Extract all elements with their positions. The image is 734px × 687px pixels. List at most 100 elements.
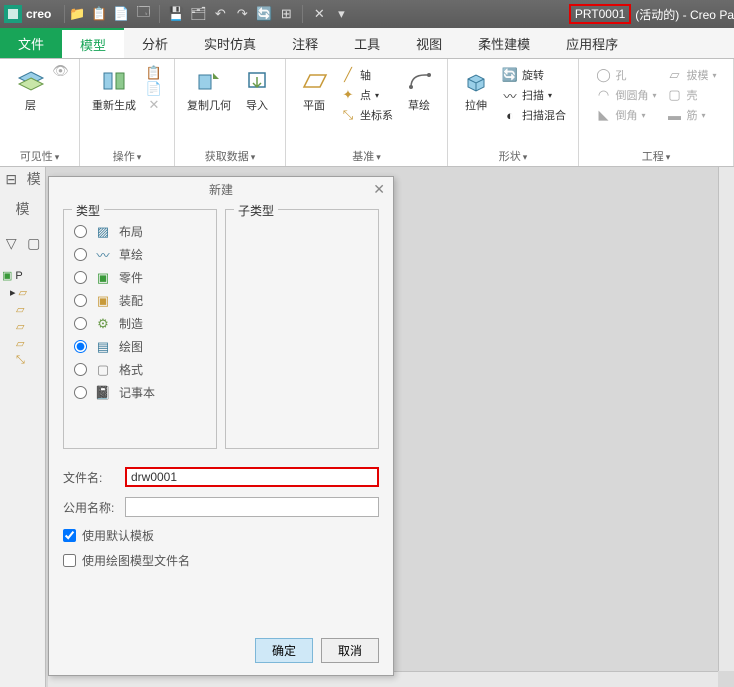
ribbon: 层 👁 可见性▾ 重新生成 📋 📄 ✕ 操作▾ [0,59,734,167]
group-getdata: 复制几何 导入 获取数据▾ [175,59,286,166]
regen-label: 重新生成 [92,97,136,113]
quick-access-toolbar: 📁 📋 📄 🗔 💾 🗂 ↶ ↷ 🔄 ⊞ ✕ ▾ [68,5,350,23]
plane-button[interactable]: 平面 [294,63,334,127]
model-tree: ▣P ▸▱ ▱ ▱ ▱ ⤡ [2,267,27,369]
copygeo-button[interactable]: 复制几何 [183,63,235,115]
type-layout[interactable]: ▨布局 [74,220,206,243]
use-drawing-model-row[interactable]: 使用绘图模型文件名 [63,552,379,569]
window-icon[interactable]: 🗔 [134,5,152,23]
point-button[interactable]: ✦点▾ [340,85,393,105]
new-dialog: 新建 ✕ 类型 ▨布局 〰草绘 ▣零件 ▣装配 ⚙制造 ▤绘图 ▢格式 📓记事本… [48,176,394,676]
tree-plane-node2[interactable]: ▱ [2,301,27,318]
open-icon[interactable]: 📁 [68,5,86,23]
import-button[interactable]: 导入 [237,63,277,115]
delete-small-icon[interactable]: ✕ [146,97,162,113]
cancel-button[interactable]: 取消 [321,638,379,663]
tree-plane-node3[interactable]: ▱ [2,318,27,335]
type-drawing[interactable]: ▤绘图 [74,335,206,358]
type-assembly[interactable]: ▣装配 [74,289,206,312]
plane-icon [298,65,330,97]
operate-group-label: 操作▾ [80,148,174,164]
extrude-button[interactable]: 拉伸 [456,63,496,127]
subtype-fieldset: 子类型 [225,209,379,449]
sketch-icon [403,65,435,97]
copy-icon[interactable]: 📋 [90,5,108,23]
tab-realtime[interactable]: 实时仿真 [186,28,274,58]
common-name-row: 公用名称: [63,497,379,517]
ok-button[interactable]: 确定 [255,638,313,663]
import-label: 导入 [246,97,268,113]
tree-csys-node[interactable]: ⤡ [2,352,27,369]
regen-button[interactable]: 重新生成 [88,63,140,115]
paste-small-icon[interactable]: 📄 [146,81,162,97]
sweepblend-icon: ◐ [502,107,518,123]
title-bar: creo 📁 📋 📄 🗔 💾 🗂 ↶ ↷ 🔄 ⊞ ✕ ▾ PRT0001 (活动… [0,0,734,28]
tree-part-node[interactable]: ▣P [2,267,27,284]
tab-annotate[interactable]: 注释 [274,28,336,58]
copygeo-icon [193,65,225,97]
plane-label: 平面 [303,97,325,113]
regen-icon[interactable]: 🔄 [255,5,273,23]
copygeo-label: 复制几何 [187,97,231,113]
filename-input[interactable] [125,467,379,487]
save-icon[interactable]: 💾 [167,5,185,23]
sweep-icon: 〰 [502,87,518,103]
use-default-template-checkbox[interactable] [63,529,76,542]
eng-group-label: 工程▾ [579,148,733,164]
type-sketch[interactable]: 〰草绘 [74,243,206,266]
type-part[interactable]: ▣零件 [74,266,206,289]
dialog-close-icon[interactable]: ✕ [373,181,385,198]
close-icon[interactable]: ✕ [310,5,328,23]
tab-apps[interactable]: 应用程序 [548,28,636,58]
type-mfg[interactable]: ⚙制造 [74,312,206,335]
sketch-button[interactable]: 草绘 [399,63,439,127]
use-drawing-model-checkbox[interactable] [63,554,76,567]
hole-button[interactable]: ◯孔 [595,65,656,85]
shell-button[interactable]: ▢壳 [667,85,717,105]
getdata-group-label: 获取数据▾ [175,148,285,164]
settings-icon[interactable]: ▢ [23,231,46,255]
tab-view[interactable]: 视图 [398,28,460,58]
rib-button[interactable]: ▬筋▾ [667,105,717,125]
draft-icon: ▱ [667,67,683,83]
vertical-scrollbar[interactable] [718,167,734,671]
redo-icon[interactable]: ↷ [233,5,251,23]
axis-button[interactable]: ╱轴 [340,65,393,85]
common-name-label: 公用名称: [63,499,119,516]
undo-icon[interactable]: ↶ [211,5,229,23]
use-default-template-row[interactable]: 使用默认模板 [63,527,379,544]
windows-icon[interactable]: ⊞ [277,5,295,23]
tab-flex[interactable]: 柔性建模 [460,28,548,58]
sweepblend-button[interactable]: ◐扫描混合 [502,105,566,125]
eye-icon[interactable]: 👁 [53,63,69,79]
csys-icon: ⤡ [340,107,356,123]
sweep-button[interactable]: 〰扫描▾ [502,85,566,105]
tab-analysis[interactable]: 分析 [124,28,186,58]
tab-model[interactable]: 模型 [62,28,124,58]
type-format[interactable]: ▢格式 [74,358,206,381]
csys-button[interactable]: ⤡坐标系 [340,105,393,125]
group-operate: 重新生成 📋 📄 ✕ 操作▾ [80,59,175,166]
layer-button[interactable]: 层 [11,63,51,115]
model-tree-panel: ⊟模 模 ▽▢ ▣P ▸▱ ▱ ▱ ▱ ⤡ [0,167,46,687]
layer-icon [15,65,47,97]
tree-plane-node[interactable]: ▸▱ [2,284,27,301]
saveall-icon[interactable]: 🗂 [189,5,207,23]
round-icon: ◠ [595,87,611,103]
filter-icon[interactable]: ▽ [0,231,23,255]
chamfer-button[interactable]: ◣倒角▾ [595,105,656,125]
tree-icon[interactable]: ⊟ [0,167,23,191]
common-name-input[interactable] [125,497,379,517]
dropdown-icon[interactable]: ▾ [332,5,350,23]
tab-tools[interactable]: 工具 [336,28,398,58]
revolve-button[interactable]: 🔄旋转 [502,65,566,85]
rib-icon: ▬ [667,107,683,123]
round-button[interactable]: ◠倒圆角▾ [595,85,656,105]
draft-button[interactable]: ▱拔模▾ [667,65,717,85]
tab-file[interactable]: 文件 [0,28,62,58]
new-icon[interactable]: 📄 [112,5,130,23]
type-notebook[interactable]: 📓记事本 [74,381,206,404]
copy-small-icon[interactable]: 📋 [146,65,162,81]
group-eng: ◯孔 ◠倒圆角▾ ◣倒角▾ ▱拔模▾ ▢壳 ▬筋▾ 工程▾ [579,59,734,166]
tree-plane-node4[interactable]: ▱ [2,335,27,352]
